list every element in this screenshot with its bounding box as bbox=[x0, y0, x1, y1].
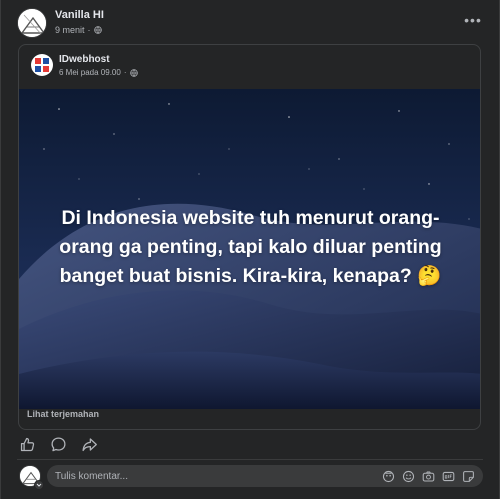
shared-post-time[interactable]: 6 Mei pada 09.00 bbox=[59, 68, 121, 77]
shared-post[interactable]: IDwebhost 6 Mei pada 09.00 · Di Indonesi… bbox=[18, 44, 481, 430]
gif-icon bbox=[442, 471, 454, 481]
author-avatar[interactable] bbox=[17, 8, 47, 38]
page-avatar[interactable] bbox=[31, 54, 53, 76]
post-card: Vanilla HI 9 menit · ••• IDwebhost 6 Mei… bbox=[0, 0, 500, 499]
more-icon: ••• bbox=[464, 12, 482, 28]
emoji-icon bbox=[402, 470, 414, 482]
globe-icon bbox=[129, 68, 138, 77]
comment-input[interactable] bbox=[47, 470, 381, 482]
comment-button[interactable] bbox=[50, 436, 67, 453]
sticker-button[interactable] bbox=[461, 469, 475, 483]
share-icon bbox=[82, 437, 97, 451]
comment-icon bbox=[51, 436, 66, 451]
see-translation-link[interactable]: Lihat terjemahan bbox=[27, 409, 99, 419]
emoji-button[interactable] bbox=[401, 469, 415, 483]
comment-box[interactable] bbox=[47, 465, 483, 487]
profile-switcher-icon[interactable] bbox=[34, 480, 44, 490]
author-avatar-image bbox=[18, 9, 46, 37]
comment-composer bbox=[19, 465, 483, 490]
share-button[interactable] bbox=[81, 436, 98, 453]
shared-post-header: IDwebhost 6 Mei pada 09.00 · bbox=[31, 53, 470, 83]
page-name[interactable]: IDwebhost bbox=[59, 54, 110, 65]
author-name[interactable]: Vanilla HI bbox=[55, 9, 104, 21]
camera-icon bbox=[422, 471, 434, 481]
divider bbox=[17, 459, 483, 460]
comment-tools bbox=[381, 469, 483, 483]
dot-separator: · bbox=[123, 68, 127, 77]
more-options-button[interactable]: ••• bbox=[461, 10, 485, 30]
post-meta: 9 menit · bbox=[55, 25, 102, 35]
post-actions bbox=[19, 434, 98, 454]
idwebhost-logo-icon bbox=[35, 58, 49, 72]
dot-separator: · bbox=[87, 25, 91, 35]
post-header: Vanilla HI 9 menit · ••• bbox=[17, 8, 485, 40]
gif-button[interactable] bbox=[441, 469, 455, 483]
like-icon bbox=[20, 437, 35, 451]
image-caption: Di Indonesia website tuh menurut orang-o… bbox=[59, 207, 442, 287]
globe-icon bbox=[93, 26, 102, 34]
sticker-icon bbox=[462, 470, 474, 482]
avatar-sticker-icon bbox=[382, 470, 394, 482]
post-time[interactable]: 9 menit bbox=[55, 25, 85, 35]
chevron-down-icon bbox=[36, 483, 42, 487]
photo-button[interactable] bbox=[421, 469, 435, 483]
avatar-sticker-button[interactable] bbox=[381, 469, 395, 483]
like-button[interactable] bbox=[19, 436, 36, 453]
shared-post-meta: 6 Mei pada 09.00 · bbox=[59, 68, 138, 77]
post-image[interactable]: Di Indonesia website tuh menurut orang-o… bbox=[19, 89, 480, 409]
